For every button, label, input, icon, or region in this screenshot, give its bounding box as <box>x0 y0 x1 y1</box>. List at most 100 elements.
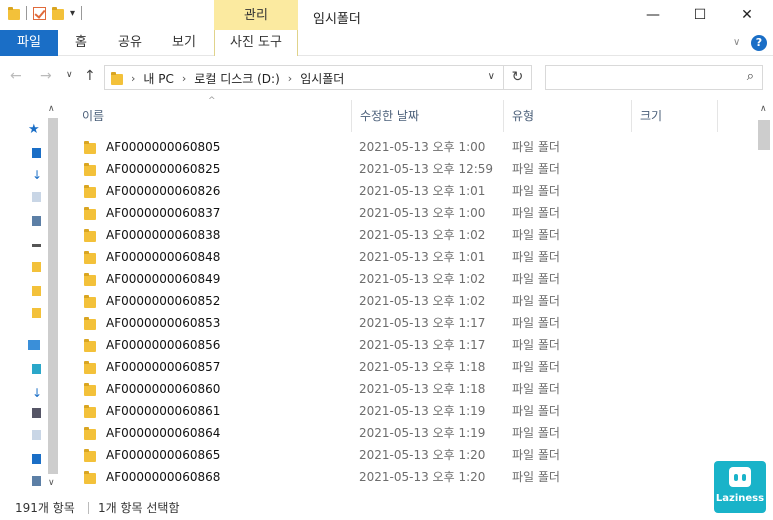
breadcrumb-this-pc[interactable]: 내 PC <box>143 70 173 87</box>
up-arrow-icon[interactable]: ↑ <box>84 68 96 84</box>
pictures-icon[interactable] <box>32 216 41 226</box>
tab-picture-tools[interactable]: 사진 도구 <box>214 30 298 56</box>
file-name-cell[interactable]: AF0000000060805 <box>84 136 220 158</box>
downloads-icon[interactable]: ↓ <box>32 386 42 400</box>
close-button[interactable]: ✕ <box>724 0 770 30</box>
tab-home[interactable]: 홈 <box>66 30 96 56</box>
navigation-pane-scrollbar[interactable]: ∧ ∨ <box>45 100 61 492</box>
properties-check-icon[interactable] <box>33 6 46 20</box>
file-name: AF0000000060856 <box>106 338 221 352</box>
file-name: AF0000000060853 <box>106 316 221 330</box>
context-tab-manage[interactable]: 관리 <box>214 0 298 30</box>
column-header-size[interactable]: 크기 <box>632 100 718 132</box>
tab-view[interactable]: 보기 <box>164 30 204 56</box>
table-row[interactable]: AF0000000060857 2021-05-13 오후 1:18 파일 폴더 <box>78 356 752 378</box>
breadcrumb-temp-folder[interactable]: 임시폴더 <box>300 70 344 87</box>
file-name-cell[interactable]: AF0000000060848 <box>84 246 220 268</box>
file-name: AF0000000060852 <box>106 294 221 308</box>
file-name-cell[interactable]: AF0000000060860 <box>84 378 220 400</box>
help-icon[interactable]: ? <box>751 35 767 51</box>
table-row[interactable]: AF0000000060860 2021-05-13 오후 1:18 파일 폴더 <box>78 378 752 400</box>
file-name-cell[interactable]: AF0000000060826 <box>84 180 220 202</box>
breadcrumb-local-disk[interactable]: 로컬 디스크 (D:) <box>194 70 279 87</box>
pictures-icon[interactable] <box>32 476 41 486</box>
file-name-cell[interactable]: AF0000000060864 <box>84 422 220 444</box>
date-modified-cell: 2021-05-13 오후 1:00 <box>359 140 486 154</box>
maximize-button[interactable]: ☐ <box>677 0 723 30</box>
file-name-cell[interactable]: AF0000000060856 <box>84 334 220 356</box>
new-folder-icon[interactable] <box>52 6 64 20</box>
forward-arrow-icon[interactable]: → <box>40 68 52 84</box>
breadcrumb-chevron-icon[interactable]: › <box>182 72 186 85</box>
downloads-icon[interactable]: ↓ <box>32 168 42 182</box>
minimize-button[interactable]: — <box>630 0 676 30</box>
file-list-scrollbar[interactable]: ∧ <box>755 100 773 492</box>
table-row[interactable]: AF0000000060865 2021-05-13 오후 1:20 파일 폴더 <box>78 444 752 466</box>
breadcrumb-chevron-icon[interactable]: › <box>288 72 292 85</box>
table-row[interactable]: AF0000000060864 2021-05-13 오후 1:19 파일 폴더 <box>78 422 752 444</box>
file-name-cell[interactable]: AF0000000060857 <box>84 356 220 378</box>
table-row[interactable]: AF0000000060856 2021-05-13 오후 1:17 파일 폴더 <box>78 334 752 356</box>
file-name-cell[interactable]: AF0000000060849 <box>84 268 220 290</box>
documents-icon[interactable] <box>32 430 41 440</box>
quick-access-star-icon[interactable]: ★ <box>28 122 40 137</box>
recent-locations-chevron-icon[interactable]: ∨ <box>66 70 73 80</box>
file-name-cell[interactable]: AF0000000060825 <box>84 158 220 180</box>
pinned-item-icon[interactable] <box>32 244 41 247</box>
table-row[interactable]: AF0000000060825 2021-05-13 오후 12:59 파일 폴더 <box>78 158 752 180</box>
table-row[interactable]: AF0000000060837 2021-05-13 오후 1:00 파일 폴더 <box>78 202 752 224</box>
scroll-up-icon[interactable]: ∧ <box>48 104 55 114</box>
table-row[interactable]: AF0000000060848 2021-05-13 오후 1:01 파일 폴더 <box>78 246 752 268</box>
scroll-up-icon[interactable]: ∧ <box>760 104 767 114</box>
file-name-cell[interactable]: AF0000000060853 <box>84 312 220 334</box>
file-name-cell[interactable]: AF0000000060852 <box>84 290 220 312</box>
folder-icon <box>84 228 96 242</box>
folder-icon[interactable] <box>32 286 41 296</box>
file-name: AF0000000060857 <box>106 360 221 374</box>
table-row[interactable]: AF0000000060805 2021-05-13 오후 1:00 파일 폴더 <box>78 136 752 158</box>
file-name-cell[interactable]: AF0000000060837 <box>84 202 220 224</box>
column-header-type[interactable]: 유형 <box>504 100 632 132</box>
type-cell: 파일 폴더 <box>512 448 560 462</box>
table-row[interactable]: AF0000000060853 2021-05-13 오후 1:17 파일 폴더 <box>78 312 752 334</box>
scroll-down-icon[interactable]: ∨ <box>48 478 55 488</box>
tab-file[interactable]: 파일 <box>0 30 58 56</box>
customize-toolbar-dropdown-icon[interactable]: ▾ <box>70 8 75 19</box>
file-name-cell[interactable]: AF0000000060865 <box>84 444 220 466</box>
expand-ribbon-chevron-icon[interactable]: ∨ <box>733 37 740 48</box>
table-row[interactable]: AF0000000060868 2021-05-13 오후 1:20 파일 폴더 <box>78 466 752 488</box>
column-header-name[interactable]: 이름 <box>74 100 352 132</box>
table-row[interactable]: AF0000000060849 2021-05-13 오후 1:02 파일 폴더 <box>78 268 752 290</box>
folder-icon[interactable] <box>32 308 41 318</box>
file-name-cell[interactable]: AF0000000060838 <box>84 224 220 246</box>
desktop-icon[interactable] <box>32 454 41 464</box>
this-pc-icon[interactable] <box>28 340 40 350</box>
breadcrumb-chevron-icon[interactable]: › <box>131 72 135 85</box>
desktop-icon[interactable] <box>32 148 41 158</box>
search-input[interactable]: ⌕ <box>545 65 763 90</box>
3d-objects-icon[interactable] <box>32 364 41 374</box>
column-header-date-modified[interactable]: 수정한 날짜 <box>352 100 504 132</box>
videos-icon[interactable] <box>32 408 41 418</box>
address-dropdown-chevron-icon[interactable]: ∨ <box>488 71 495 82</box>
file-name: AF0000000060860 <box>106 382 221 396</box>
folder-icon <box>84 272 96 286</box>
date-modified-cell: 2021-05-13 오후 1:19 <box>359 404 486 418</box>
table-row[interactable]: AF0000000060826 2021-05-13 오후 1:01 파일 폴더 <box>78 180 752 202</box>
date-modified-cell: 2021-05-13 오후 1:02 <box>359 228 486 242</box>
table-row[interactable]: AF0000000060852 2021-05-13 오후 1:02 파일 폴더 <box>78 290 752 312</box>
file-name-cell[interactable]: AF0000000060868 <box>84 466 220 488</box>
tab-share[interactable]: 공유 <box>110 30 150 56</box>
documents-icon[interactable] <box>32 192 41 202</box>
back-arrow-icon[interactable]: ← <box>10 68 22 84</box>
navigation-pane[interactable]: ★ ↓ ↓ ∧ ∨ <box>0 100 61 492</box>
folder-icon[interactable] <box>32 262 41 272</box>
table-row[interactable]: AF0000000060838 2021-05-13 오후 1:02 파일 폴더 <box>78 224 752 246</box>
date-modified-cell: 2021-05-13 오후 1:01 <box>359 184 486 198</box>
scrollbar-thumb[interactable] <box>48 118 58 474</box>
address-bar[interactable]: › 내 PC › 로컬 디스크 (D:) › 임시폴더 ∨ <box>104 65 504 90</box>
table-row[interactable]: AF0000000060861 2021-05-13 오후 1:19 파일 폴더 <box>78 400 752 422</box>
file-name-cell[interactable]: AF0000000060861 <box>84 400 220 422</box>
refresh-icon[interactable]: ↻ <box>504 65 532 90</box>
scrollbar-thumb[interactable] <box>758 120 770 150</box>
